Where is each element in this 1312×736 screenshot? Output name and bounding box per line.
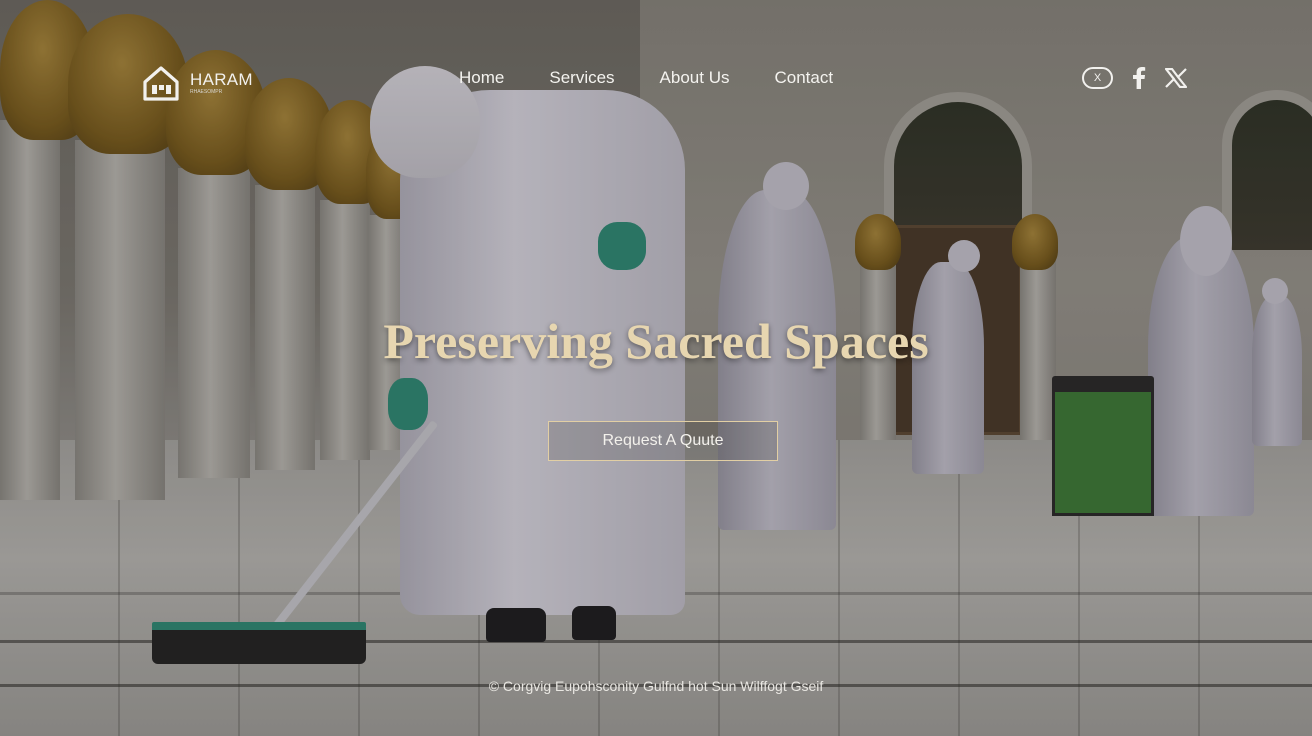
nav-services[interactable]: Services: [549, 68, 614, 88]
brand-name: HARAM: [190, 69, 253, 89]
social-links: X: [1082, 67, 1187, 89]
hero-headline: Preserving Sacred Spaces: [383, 313, 929, 369]
main-nav: Home Services About Us Contact: [459, 68, 833, 88]
footer-copyright: © Corgvig Eupohsconity Gulfnd hot Sun Wi…: [488, 678, 824, 694]
request-quote-button[interactable]: Request A Quute: [548, 421, 778, 461]
nav-contact[interactable]: Contact: [774, 68, 833, 88]
nav-about-us[interactable]: About Us: [660, 68, 730, 88]
nav-home[interactable]: Home: [459, 68, 504, 88]
house-logo-icon: [143, 66, 179, 101]
x-icon[interactable]: [1165, 68, 1187, 88]
brand-tagline: RHAESOMPR: [190, 88, 223, 95]
brand-logo[interactable]: HARAM RHAESOMPR: [142, 64, 253, 102]
facebook-icon[interactable]: [1132, 67, 1146, 89]
x-badge-text: X: [1093, 72, 1102, 84]
x-badge-icon[interactable]: X: [1082, 67, 1113, 89]
